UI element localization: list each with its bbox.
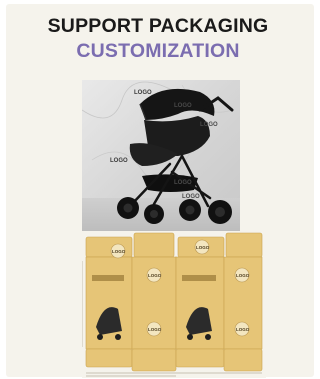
wheel-rear-right xyxy=(208,200,232,224)
logo-mark: LOGO xyxy=(112,249,126,254)
logo-mark: LOGO xyxy=(148,273,162,278)
carton-dieline: LOGO LOGO LOGO LOGO LOGO LOGO xyxy=(82,231,266,378)
logo-mark: LOGO xyxy=(110,158,128,164)
logo-mark: LOGO xyxy=(236,273,250,278)
logo-mark: LOGO xyxy=(174,180,192,186)
logo-mark: LOGO xyxy=(182,194,200,200)
wheel-front-left xyxy=(117,197,139,219)
logo-mark: LOGO xyxy=(134,90,152,96)
logo-mark: LOGO xyxy=(196,245,210,250)
logo-mark: LOGO xyxy=(200,122,218,128)
headline-primary: SUPPORT PACKAGING xyxy=(47,15,269,37)
stroller-photo: LOGO LOGO LOGO LOGO LOGO LOGO xyxy=(82,80,240,231)
logo-mark: LOGO xyxy=(148,327,162,332)
logo-mark: LOGO xyxy=(174,103,192,109)
headline-accent: CUSTOMIZATION xyxy=(76,40,240,62)
wheel-rear-left xyxy=(179,199,201,221)
stroller-illustration-icon: LOGO LOGO LOGO LOGO LOGO LOGO xyxy=(82,80,240,231)
carton-dieline-illustration-icon: LOGO LOGO LOGO LOGO LOGO LOGO xyxy=(82,231,266,378)
wheel-front-right xyxy=(144,204,164,224)
logo-mark: LOGO xyxy=(236,327,250,332)
